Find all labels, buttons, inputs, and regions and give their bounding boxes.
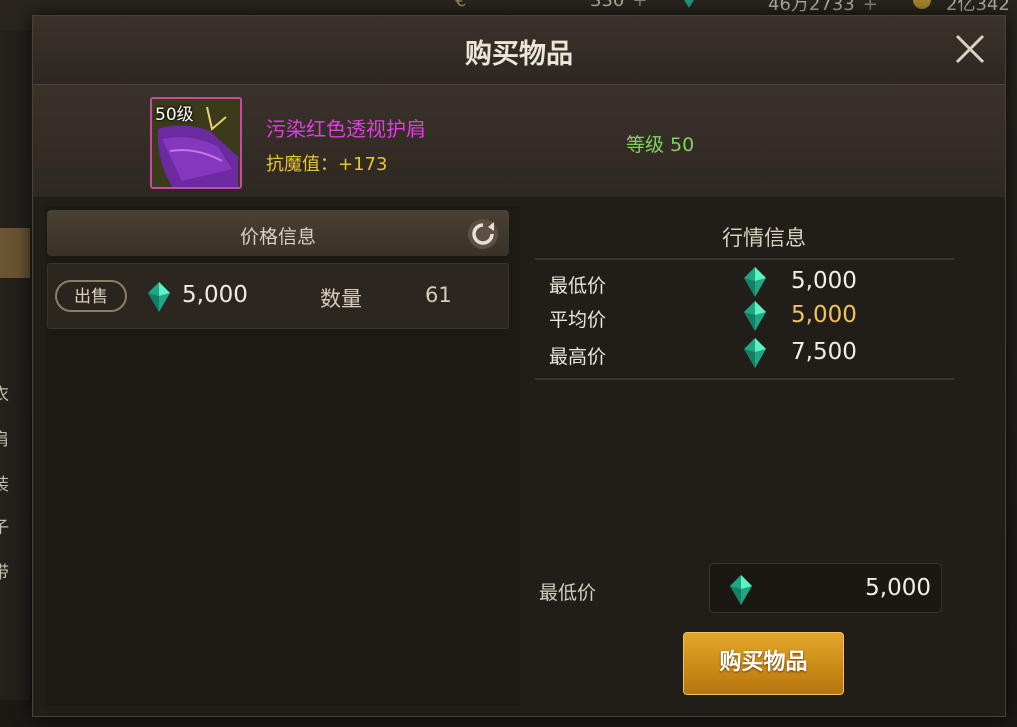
price-info-panel: 价格信息 出售 5,000 数量 61: [45, 206, 520, 706]
side-tab-3[interactable]: 装: [0, 465, 30, 505]
currency-2: 46万2733 +: [768, 0, 878, 16]
gem-currency-icon: [682, 0, 696, 13]
max-price-value: 7,500: [791, 339, 857, 365]
gem-icon: [744, 267, 766, 297]
market-info-title: 行情信息: [722, 226, 806, 250]
currency-2-plus[interactable]: +: [863, 0, 878, 15]
market-info-panel: 行情信息 最低价 5,000 平均价 5,000 最高价 7,500 最低价 5…: [529, 206, 999, 706]
currency-1-plus[interactable]: +: [632, 0, 647, 11]
item-stat: 抗魔值：+173: [266, 154, 388, 175]
price-info-header: 价格信息: [47, 210, 509, 256]
item-required-level: 等级 50: [626, 134, 695, 156]
close-icon: [955, 34, 985, 64]
item-icon[interactable]: 50级: [150, 97, 242, 189]
gold-coin-icon: [912, 0, 932, 15]
purchase-min-price-label: 最低价: [539, 582, 597, 604]
purchase-price-value: 5,000: [865, 575, 931, 601]
item-name: 污染红色透视护肩: [266, 117, 426, 141]
max-price-label: 最高价: [549, 346, 607, 368]
divider-top: [535, 258, 955, 260]
purchase-price-input[interactable]: 5,000: [709, 563, 942, 613]
currency-icon-c: €: [455, 0, 467, 11]
currency-bar: € 330 + 46万2733 + 2亿342: [0, 0, 1017, 16]
item-summary: 50级 污染红色透视护肩 抗魔值：+173 等级 50: [33, 85, 1005, 197]
currency-3-value: 2亿342: [946, 0, 1010, 15]
item-level-badge: 50级: [155, 105, 194, 125]
min-price-value: 5,000: [791, 268, 857, 294]
side-tab-highlight[interactable]: [0, 228, 30, 278]
quantity-label: 数量: [320, 287, 362, 311]
buy-item-dialog: 购买物品 50级 污染红色透视护肩 抗魔值：+173 等级 50 价格信息 出售…: [32, 15, 1006, 717]
price-info-title: 价格信息: [239, 226, 316, 248]
currency-1: 330 +: [590, 0, 647, 11]
refresh-icon: [468, 219, 498, 249]
gem-icon: [730, 575, 752, 605]
quantity-value: 61: [425, 283, 452, 307]
buy-item-button[interactable]: 购买物品: [683, 632, 844, 695]
currency-2-value: 46万2733: [768, 0, 855, 15]
refresh-button[interactable]: [467, 218, 499, 250]
sell-badge: 出售: [55, 280, 127, 312]
currency-3: 2亿342: [946, 0, 1010, 16]
side-tab-1[interactable]: 衣: [0, 375, 30, 415]
dialog-title: 购买物品: [465, 39, 573, 70]
min-price-label: 最低价: [549, 275, 607, 297]
close-button[interactable]: [953, 32, 987, 66]
currency-1-value: 330: [590, 0, 625, 11]
divider-bottom: [535, 378, 955, 380]
avg-price-label: 平均价: [549, 309, 607, 331]
listing-row[interactable]: 出售 5,000 数量 61: [47, 263, 509, 329]
gem-icon: [148, 282, 170, 312]
side-tab-5[interactable]: 带: [0, 553, 30, 593]
gem-icon: [744, 338, 766, 368]
side-tab-4[interactable]: 子: [0, 508, 30, 548]
listing-price: 5,000: [182, 282, 248, 308]
gem-icon: [744, 301, 766, 331]
avg-price-value: 5,000: [791, 302, 857, 328]
side-tab-2[interactable]: 肩: [0, 420, 30, 460]
dialog-header: 购买物品: [33, 16, 1005, 85]
background-side-tabs: 衣 肩 装 子 带: [0, 30, 30, 700]
